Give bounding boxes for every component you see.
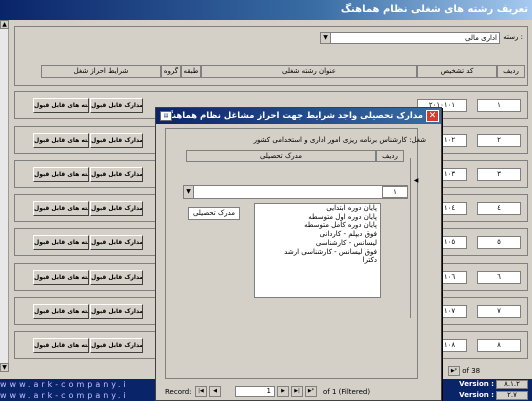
brand-text: www.ark-company.i (0, 391, 129, 400)
list-item[interactable]: دکترا (255, 256, 380, 265)
job-value: کارشناس برنامه ریزی امور اداری و استخدام… (253, 136, 407, 144)
row-number-field[interactable]: ۳ (477, 168, 521, 181)
accepted-fields-button[interactable]: رشته های قابل قبول (33, 270, 89, 285)
chevron-down-icon[interactable]: ▼ (184, 186, 194, 198)
list-item[interactable]: پایان دوره اول متوسطه (255, 213, 380, 222)
dialog-record-selector[interactable]: ◀ (410, 158, 422, 318)
accepted-docs-button[interactable]: مدارک قابل قبول (90, 98, 143, 113)
accepted-docs-button[interactable]: مدارک قابل قبول (90, 133, 143, 148)
new-record-icon[interactable]: ▶* (305, 386, 317, 397)
dialog-col-row: ردیف (376, 150, 404, 162)
next-record-icon[interactable]: ▶ (277, 386, 289, 397)
close-icon[interactable]: ✕ (426, 110, 439, 122)
version-label: Version : (459, 380, 494, 388)
record-number-input[interactable]: 1 (235, 386, 275, 397)
record-count: of 38 (462, 367, 481, 375)
series-label: رسته : (503, 33, 523, 41)
version-value: ۲.۷ (496, 391, 528, 400)
series-value: اداری مالی (465, 34, 497, 42)
row-number-field[interactable]: ٥ (477, 236, 521, 249)
accepted-fields-button[interactable]: رشته های قابل قبول (33, 201, 89, 216)
col-row-header: ردیف (497, 65, 525, 78)
series-combo[interactable]: ▼ اداری مالی (320, 32, 500, 44)
dialog-record-nav: Record: |◀ ◀ 1 ▶ ▶| ▶* of 1 (Filtered) (165, 385, 418, 399)
accepted-docs-button[interactable]: مدارک قابل قبول (90, 235, 143, 250)
row-number-field[interactable]: ۸ (477, 339, 521, 352)
accepted-fields-button[interactable]: رشته های قابل قبول (33, 235, 89, 250)
row-number-field[interactable]: ۱ (477, 99, 521, 112)
dialog-title: مدارک تحصیلی واجد شرایط جهت احراز مشاغل … (164, 111, 423, 121)
accepted-docs-button[interactable]: مدارک قابل قبول (90, 167, 143, 182)
window-titlebar: تعریف رشته های شغلی نظام هماهنگ (0, 0, 532, 20)
accepted-fields-button[interactable]: رشته های قابل قبول (33, 338, 89, 353)
list-item[interactable]: پایان دوره ابتدایی (255, 204, 380, 213)
job-line: شغل: کارشناس برنامه ریزی امور اداری و اس… (164, 136, 426, 144)
dialog-col-degree: مدرک تحصیلی (186, 150, 376, 162)
col-class-header: طبقه (181, 65, 201, 78)
accepted-docs-button[interactable]: مدارک قابل قبول (90, 270, 143, 285)
form-icon[interactable]: ▤ (160, 111, 172, 121)
first-record-icon[interactable]: |◀ (195, 386, 207, 397)
col-code-header: کد تشخیص (417, 65, 497, 78)
accepted-docs-button[interactable]: مدارک قابل قبول (90, 201, 143, 216)
dialog-titlebar[interactable]: مدارک تحصیلی واجد شرایط جهت احراز مشاغل … (156, 108, 441, 124)
accepted-fields-button[interactable]: رشته های قابل قبول (33, 98, 89, 113)
chevron-down-icon[interactable]: ▼ (321, 33, 331, 43)
brand-text: www.ark-company.i (0, 380, 129, 389)
record-label: Record: (165, 388, 192, 396)
scroll-down-icon[interactable]: ▼ (0, 363, 9, 372)
version-value: ۸.۱.۲ (496, 380, 528, 389)
row-number-field[interactable]: ٤ (477, 202, 521, 215)
list-item[interactable]: فوق لیسانس - کارشناسی ارشد (255, 248, 380, 257)
degree-combo[interactable]: ▼ (183, 185, 408, 199)
degree-dialog: مدارک تحصیلی واجد شرایط جهت احراز مشاغل … (155, 107, 442, 401)
col-group-header: گروه (161, 65, 181, 78)
form-scrollbar[interactable]: ▲ ▼ (0, 20, 9, 372)
row-number-field[interactable]: ٦ (477, 271, 521, 284)
main-record-nav: ▶* of 38 (448, 365, 532, 377)
accepted-fields-button[interactable]: رشته های قابل قبول (33, 133, 89, 148)
degree-button[interactable]: مدرک تحصیلی (188, 207, 240, 220)
version-label: Version : (459, 391, 494, 399)
window-title: تعریف رشته های شغلی نظام هماهنگ (340, 4, 528, 15)
list-item[interactable]: فوق دیپلم - کاردانی (255, 230, 380, 239)
col-conditions-header: شرایط احراز شغل (41, 65, 161, 78)
scroll-up-icon[interactable]: ▲ (0, 20, 9, 29)
accepted-fields-button[interactable]: رشته های قابل قبول (33, 304, 89, 319)
degree-options-list[interactable]: پایان دوره ابتدایی پایان دوره اول متوسطه… (254, 203, 381, 298)
job-label: شغل: (409, 136, 426, 144)
accepted-docs-button[interactable]: مدارک قابل قبول (90, 338, 143, 353)
accepted-fields-button[interactable]: رشته های قابل قبول (33, 167, 89, 182)
new-record-icon[interactable]: ▶* (448, 366, 460, 376)
current-record-icon: ◀ (413, 177, 419, 184)
dialog-row-index[interactable]: ۱ (382, 186, 408, 198)
row-number-field[interactable]: ۷ (477, 305, 521, 318)
header-panel: رسته : ▼ اداری مالی ردیف کد تشخیص عنوان … (14, 26, 528, 86)
list-item[interactable]: پایان دوره کامل متوسطه (255, 221, 380, 230)
record-count: of 1 (Filtered) (323, 388, 371, 396)
last-record-icon[interactable]: ▶| (291, 386, 303, 397)
col-title-header: عنوان رشته شغلی (201, 65, 417, 78)
prev-record-icon[interactable]: ◀ (209, 386, 221, 397)
list-item[interactable]: لیسانس - کارشناسی (255, 239, 380, 248)
row-number-field[interactable]: ۲ (477, 134, 521, 147)
accepted-docs-button[interactable]: مدارک قابل قبول (90, 304, 143, 319)
